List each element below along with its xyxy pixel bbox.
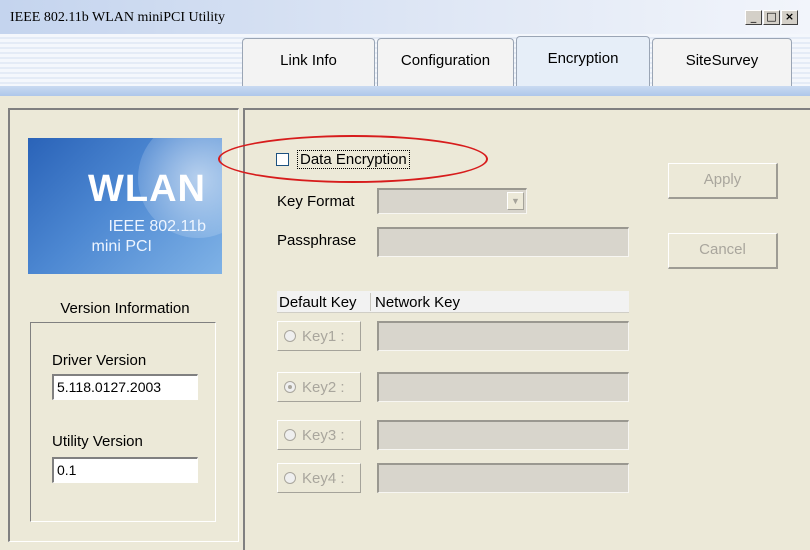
logo-title: WLAN: [88, 168, 206, 210]
key-format-label: Key Format: [277, 193, 355, 210]
key4-input[interactable]: [377, 463, 629, 493]
passphrase-input[interactable]: [377, 227, 629, 257]
tab-configuration[interactable]: Configuration: [377, 38, 514, 86]
key-format-dropdown[interactable]: ▼: [377, 188, 527, 214]
key1-label: Key1 :: [302, 327, 345, 345]
tab-sitesurvey[interactable]: SiteSurvey: [652, 38, 792, 86]
key2-input[interactable]: [377, 372, 629, 402]
radio-icon: [284, 472, 296, 484]
key3-radio[interactable]: Key3 :: [277, 420, 361, 450]
utility-version-label: Utility Version: [52, 433, 143, 450]
maximize-button[interactable]: □: [763, 10, 780, 25]
logo-subtitle-standard: IEEE 802.11b: [108, 218, 206, 235]
cancel-button[interactable]: Cancel: [668, 233, 778, 269]
window-title: IEEE 802.11b WLAN miniPCI Utility: [10, 10, 226, 25]
key2-label: Key2 :: [302, 378, 345, 396]
chevron-down-icon[interactable]: ▼: [507, 192, 524, 210]
highlight-annotation: [218, 135, 488, 183]
key3-input[interactable]: [377, 420, 629, 450]
apply-button[interactable]: Apply: [668, 163, 778, 199]
driver-version-label: Driver Version: [52, 352, 147, 369]
radio-icon: [284, 330, 296, 342]
close-button[interactable]: ×: [781, 10, 798, 25]
radio-icon: [284, 429, 296, 441]
minimize-button[interactable]: _: [745, 10, 762, 25]
key1-radio[interactable]: Key1 :: [277, 321, 361, 351]
key4-label: Key4 :: [302, 469, 345, 487]
version-info-heading: Version Information: [60, 300, 190, 317]
network-key-column-header: Network Key: [375, 294, 461, 311]
key4-radio[interactable]: Key4 :: [277, 463, 361, 493]
passphrase-label: Passphrase: [277, 232, 357, 249]
logo-subtitle-form: mini PCI: [91, 238, 152, 255]
tab-link-info[interactable]: Link Info: [242, 38, 375, 86]
wlan-logo: WLAN IEEE 802.11b mini PCI: [28, 138, 222, 274]
key3-label: Key3 :: [302, 426, 345, 444]
key1-input[interactable]: [377, 321, 629, 351]
utility-version-field[interactable]: 0.1: [52, 457, 198, 483]
driver-version-field[interactable]: 5.118.0127.2003: [52, 374, 198, 400]
default-key-column-header: Default Key: [279, 294, 357, 311]
header-separator: [370, 293, 371, 311]
key2-radio[interactable]: Key2 :: [277, 372, 361, 402]
key-table-header: Default Key Network Key: [277, 291, 629, 313]
radio-selected-icon: [284, 381, 296, 393]
tab-divider: [0, 86, 810, 96]
tab-encryption[interactable]: Encryption: [516, 36, 650, 88]
